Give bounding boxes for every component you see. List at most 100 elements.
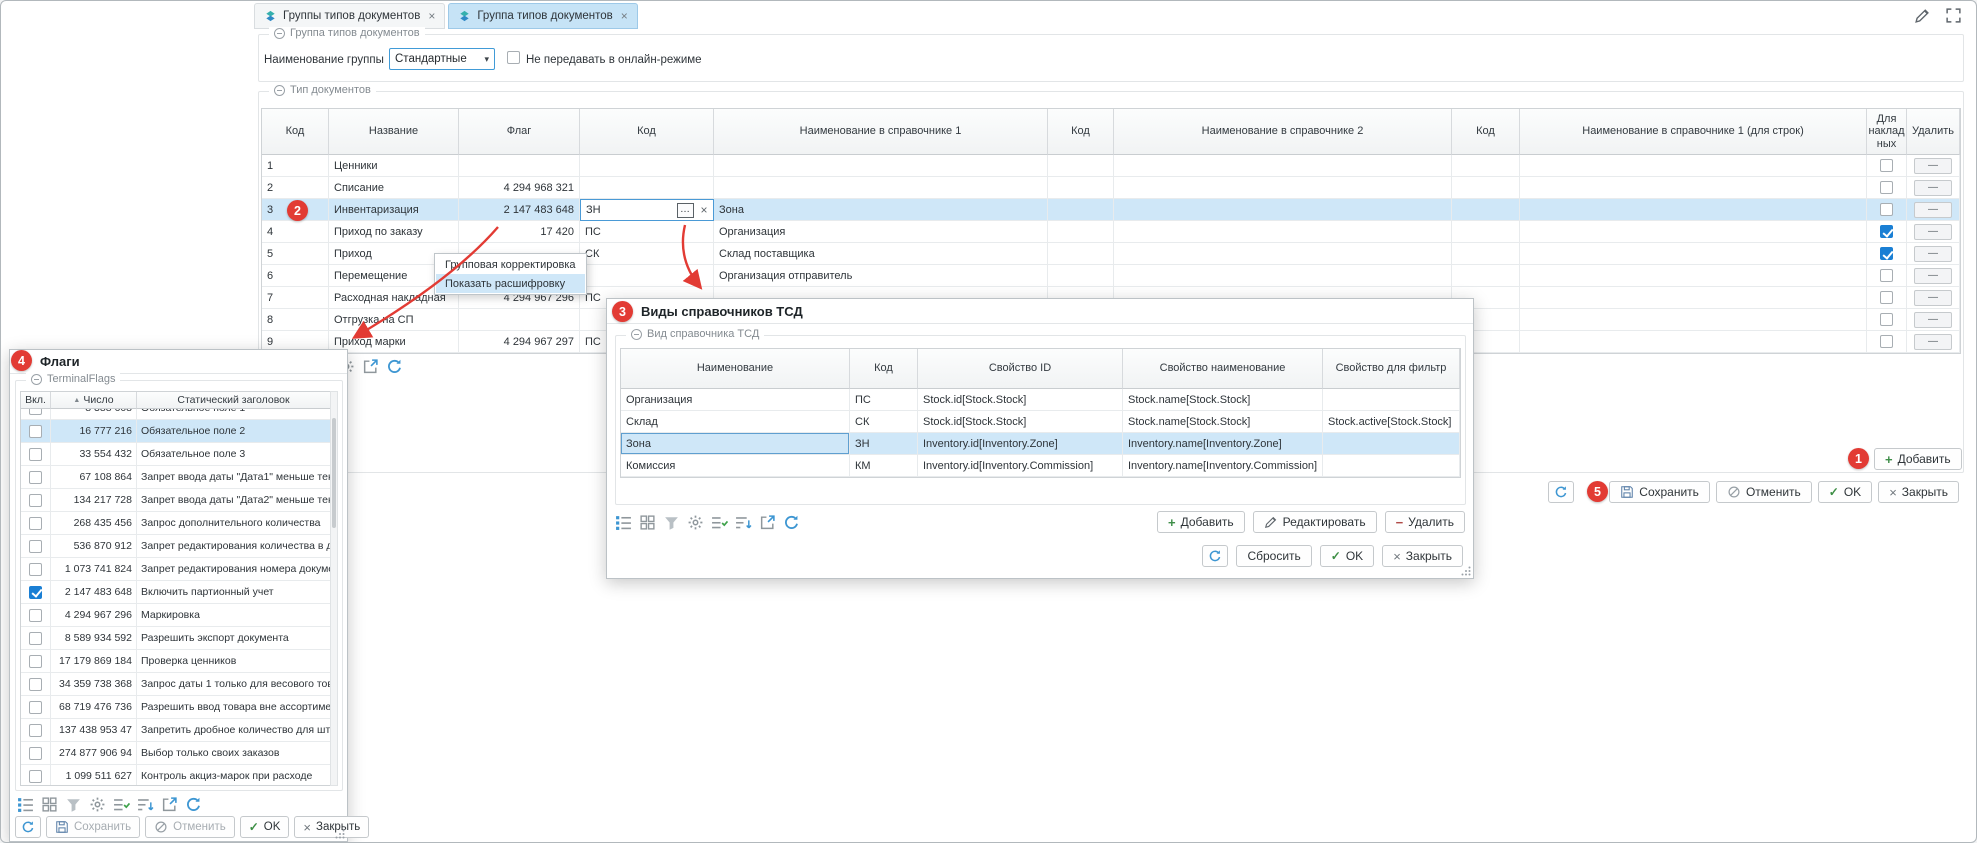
cell-code[interactable]: 7 xyxy=(262,287,329,309)
cell-number[interactable]: 16 777 216 xyxy=(51,420,137,443)
delete-row-button[interactable]: — xyxy=(1914,290,1952,306)
cell-code4[interactable] xyxy=(1452,243,1520,265)
close-button[interactable]: ×Закрыть xyxy=(1382,545,1463,567)
cell-number[interactable]: 536 870 912 xyxy=(51,535,137,558)
cell-delete[interactable]: — xyxy=(1907,221,1960,243)
tsd-row[interactable]: ОрганизацияПСStock.id[Stock.Stock]Stock.… xyxy=(621,389,1460,411)
cell-delete[interactable]: — xyxy=(1907,331,1960,353)
cell-number[interactable]: 68 719 476 736 xyxy=(51,696,137,719)
for-invoice-checkbox[interactable] xyxy=(1880,225,1893,238)
flag-row[interactable]: 8 589 934 592Разрешить экспорт документа xyxy=(21,627,331,650)
flag-checkbox[interactable] xyxy=(29,632,42,645)
cell-flag[interactable]: 4 294 967 297 xyxy=(459,331,580,353)
checklist-icon[interactable] xyxy=(711,514,728,531)
cell-prop_id[interactable]: Stock.id[Stock.Stock] xyxy=(918,411,1123,433)
cell-code3[interactable] xyxy=(1048,199,1114,221)
flag-checkbox[interactable] xyxy=(29,471,42,484)
delete-row-button[interactable]: — xyxy=(1914,334,1952,350)
list-view-icon[interactable] xyxy=(615,514,632,531)
cell-delete[interactable]: — xyxy=(1907,287,1960,309)
cell-prop_name[interactable]: Stock.name[Stock.Stock] xyxy=(1123,411,1323,433)
context-menu-item[interactable]: Групповая корректировка xyxy=(436,255,585,274)
cell-caption[interactable]: Включить партионный учет xyxy=(137,581,331,604)
cell-number[interactable]: 4 294 967 296 xyxy=(51,604,137,627)
cell-flag[interactable] xyxy=(459,155,580,177)
cell-enabled[interactable] xyxy=(21,512,51,535)
doc-type-row[interactable]: 3Инвентаризация2 147 483 648ЗН…×Зона— xyxy=(262,199,1960,221)
cell-code4[interactable] xyxy=(1452,177,1520,199)
cell-number[interactable]: 67 108 864 xyxy=(51,466,137,489)
flag-row[interactable]: 4 294 967 296Маркировка xyxy=(21,604,331,627)
cell-number[interactable]: 274 877 906 94 xyxy=(51,742,137,765)
cell-prop_name[interactable]: Stock.name[Stock.Stock] xyxy=(1123,389,1323,411)
cell-caption[interactable]: Запрет редактирования номера документа xyxy=(137,558,331,581)
cell-for-invoice[interactable] xyxy=(1867,155,1907,177)
column-header[interactable]: Наименование xyxy=(621,349,850,389)
ok-button[interactable]: ✓OK xyxy=(1818,481,1872,503)
dropdown-icon[interactable]: ▾ xyxy=(484,54,489,65)
expand-icon[interactable] xyxy=(1945,7,1962,24)
cell-caption[interactable]: Проверка ценников xyxy=(137,650,331,673)
flag-row[interactable]: 274 877 906 94Выбор только своих заказов xyxy=(21,742,331,765)
cell-enabled[interactable] xyxy=(21,581,51,604)
flag-row[interactable]: 2 147 483 648Включить партионный учет xyxy=(21,581,331,604)
cell-ref2[interactable] xyxy=(1114,265,1452,287)
cell-prop_filter[interactable] xyxy=(1323,433,1460,455)
cell-enabled[interactable] xyxy=(21,558,51,581)
cell-delete[interactable]: — xyxy=(1907,243,1960,265)
refresh-button[interactable] xyxy=(1202,545,1228,567)
tab-close-icon[interactable]: × xyxy=(621,9,628,23)
cell-code3[interactable] xyxy=(1048,177,1114,199)
flag-row[interactable]: 8 388 608Обязательное поле 1 xyxy=(21,409,331,420)
export-icon[interactable] xyxy=(759,514,776,531)
flag-checkbox[interactable] xyxy=(29,701,42,714)
cell-delete[interactable]: — xyxy=(1907,155,1960,177)
cell-prop_id[interactable]: Inventory.id[Inventory.Commission] xyxy=(918,455,1123,477)
settings-icon[interactable] xyxy=(89,796,106,813)
resize-grip[interactable] xyxy=(335,829,345,839)
column-header[interactable]: Название xyxy=(329,109,459,155)
cell-caption[interactable]: Разрешить ввод товара вне ассортимента п… xyxy=(137,696,331,719)
cell-flag[interactable] xyxy=(459,309,580,331)
cell-ref3[interactable] xyxy=(1520,287,1867,309)
for-invoice-checkbox[interactable] xyxy=(1880,247,1893,260)
cell-for-invoice[interactable] xyxy=(1867,243,1907,265)
cell-delete[interactable]: — xyxy=(1907,177,1960,199)
cell-ref3[interactable] xyxy=(1520,331,1867,353)
column-header[interactable]: Удалить xyxy=(1907,109,1960,155)
collapse-icon[interactable] xyxy=(31,374,42,385)
cell-code[interactable]: 4 xyxy=(262,221,329,243)
cell-name[interactable]: Приход марки xyxy=(329,331,459,353)
flag-row[interactable]: 137 438 953 47Запретить дробное количест… xyxy=(21,719,331,742)
cell-code[interactable]: КМ xyxy=(850,455,918,477)
column-header[interactable]: Статический заголовок xyxy=(137,392,331,409)
filter-icon[interactable] xyxy=(663,514,680,531)
flag-checkbox[interactable] xyxy=(29,425,42,438)
flag-checkbox[interactable] xyxy=(29,409,42,415)
refresh-button[interactable] xyxy=(15,816,41,838)
cell-number[interactable]: 8 388 608 xyxy=(51,409,137,420)
for-invoice-checkbox[interactable] xyxy=(1880,269,1893,282)
refresh-icon[interactable] xyxy=(783,514,800,531)
tsd-row[interactable]: ЗонаЗНInventory.id[Inventory.Zone]Invent… xyxy=(621,433,1460,455)
reset-button[interactable]: Сбросить xyxy=(1236,545,1311,567)
cell-name[interactable]: Склад xyxy=(621,411,850,433)
vertical-scrollbar[interactable] xyxy=(330,391,338,786)
cell-prop_id[interactable]: Stock.id[Stock.Stock] xyxy=(918,389,1123,411)
cell-code3[interactable] xyxy=(1048,265,1114,287)
column-header[interactable]: Свойство наименование xyxy=(1123,349,1323,389)
delete-row-button[interactable]: — xyxy=(1914,180,1952,196)
cell-code[interactable]: 1 xyxy=(262,155,329,177)
cell-ref3[interactable] xyxy=(1520,199,1867,221)
column-header[interactable]: Флаг xyxy=(459,109,580,155)
save-button[interactable]: Сохранить xyxy=(46,816,140,838)
cell-enabled[interactable] xyxy=(21,489,51,512)
cell-caption[interactable]: Выбор только своих заказов xyxy=(137,742,331,765)
flag-row[interactable]: 68 719 476 736Разрешить ввод товара вне … xyxy=(21,696,331,719)
cell-caption[interactable]: Запрет ввода даты "Дата1" меньше текущей xyxy=(137,466,331,489)
cell-prop_filter[interactable] xyxy=(1323,455,1460,477)
flag-row[interactable]: 67 108 864Запрет ввода даты "Дата1" мень… xyxy=(21,466,331,489)
cell-flag[interactable]: 2 147 483 648 xyxy=(459,199,580,221)
cell-caption[interactable]: Запрос дополнительного количества xyxy=(137,512,331,535)
cell-for-invoice[interactable] xyxy=(1867,177,1907,199)
